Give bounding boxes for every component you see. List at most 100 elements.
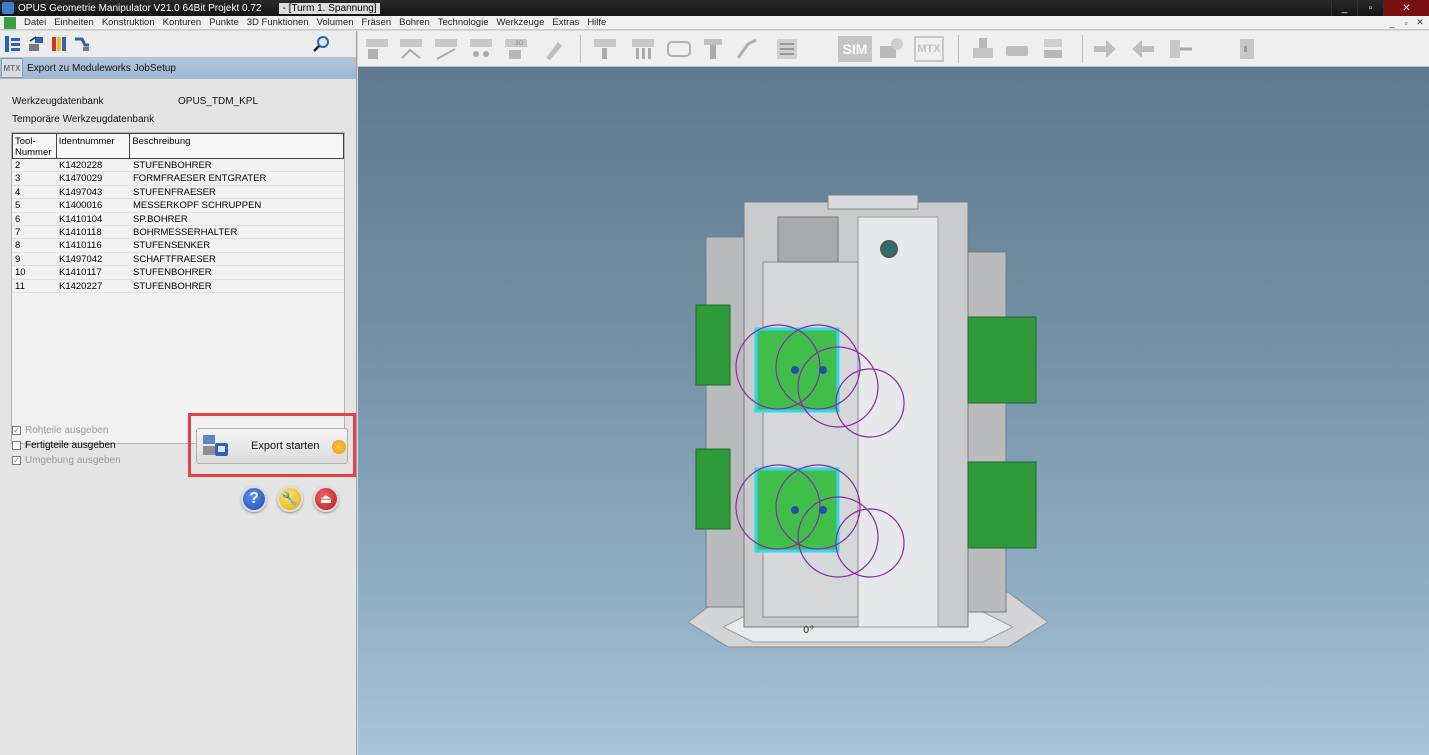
table-row[interactable]: 7 K1410118 BOHRMESSERHALTER bbox=[12, 226, 344, 240]
db-value: OPUS_TDM_KPL bbox=[178, 96, 259, 107]
menu-logo-icon[interactable] bbox=[4, 16, 16, 29]
toolbar-separator bbox=[580, 35, 581, 63]
zoom-search-icon[interactable] bbox=[312, 35, 330, 53]
menu-konstruktion[interactable]: Konstruktion bbox=[98, 17, 159, 28]
exit-toolbar-icon[interactable] bbox=[1234, 36, 1260, 62]
settings-wrench-button[interactable]: 🔧 bbox=[277, 486, 303, 512]
table-row[interactable]: 10 K1410117 STUFENBOHRER bbox=[12, 266, 344, 280]
tombstone-fixture-model: 0° bbox=[687, 194, 1049, 648]
brush-tool-icon[interactable] bbox=[540, 36, 566, 62]
checkbox-rohteile-box[interactable]: ✓ bbox=[12, 426, 21, 435]
checkbox-fertigteile-box[interactable] bbox=[12, 441, 21, 450]
milling-tool-icon[interactable] bbox=[592, 36, 618, 62]
line-tool-icon[interactable] bbox=[433, 36, 459, 62]
machining-tool-icon[interactable] bbox=[734, 36, 760, 62]
menu-fraesen[interactable]: Fräsen bbox=[358, 17, 396, 28]
minimize-button[interactable]: _ bbox=[1331, 0, 1357, 16]
transform-icon[interactable] bbox=[73, 35, 91, 53]
mdi-minimize-button[interactable]: _ bbox=[1385, 16, 1399, 29]
app-icon bbox=[2, 2, 14, 14]
col-tool-number[interactable]: Tool- Nummer bbox=[13, 134, 57, 158]
checkbox-umgebung-box[interactable]: ✓ bbox=[12, 456, 21, 465]
checkbox-rohteile-label: Rohteile ausgeben bbox=[25, 425, 109, 436]
cell-ident-number: K1410116 bbox=[59, 240, 102, 252]
cell-tool-number: 2 bbox=[15, 160, 21, 171]
checkbox-rohteile[interactable]: ✓ Rohteile ausgeben bbox=[12, 425, 108, 436]
mtx-toolbar-button[interactable]: MTX bbox=[914, 36, 944, 62]
table-row[interactable]: 2 K1420228 STUFENBOHRER bbox=[12, 159, 344, 173]
cell-ident-number: K1497043 bbox=[59, 186, 103, 198]
cell-ident-number: K1410117 bbox=[59, 267, 102, 279]
3d-function-icon[interactable]: 3D bbox=[503, 36, 529, 62]
col-description[interactable]: Beschreibung bbox=[130, 134, 343, 158]
technology-tool-icon[interactable] bbox=[666, 36, 692, 62]
menu-hilfe[interactable]: Hilfe bbox=[583, 17, 610, 28]
menu-extras[interactable]: Extras bbox=[548, 17, 583, 28]
col-ident-number[interactable]: Identnummer bbox=[57, 134, 131, 158]
cell-description: SCHAFTFRAESER bbox=[133, 253, 216, 265]
cell-description: MESSERKOPF SCHRUPPEN bbox=[133, 200, 262, 212]
simulation-button[interactable]: SIM bbox=[838, 36, 872, 62]
cell-tool-number: 7 bbox=[15, 226, 21, 238]
table-row[interactable]: 4 K1497043 STUFENFRAESER bbox=[12, 186, 344, 200]
cell-description: STUFENSENKER bbox=[133, 240, 211, 252]
menu-bar: Datei Einheiten Konstruktion Konturen Pu… bbox=[0, 16, 1429, 30]
mdi-restore-button[interactable]: ▫ bbox=[1399, 16, 1413, 29]
cell-tool-number: 6 bbox=[15, 213, 21, 225]
fixture-icon[interactable] bbox=[1004, 36, 1030, 62]
arrow-right-icon[interactable] bbox=[1092, 36, 1118, 62]
export-start-button[interactable]: Export starten bbox=[196, 428, 348, 464]
menu-volumen[interactable]: Volumen bbox=[313, 17, 358, 28]
table-row[interactable]: 6 K1410104 SP.BOHRER bbox=[12, 213, 344, 226]
left-panel: MTX Export zu Moduleworks JobSetup Werkz… bbox=[0, 31, 357, 755]
import-icon[interactable] bbox=[1168, 36, 1194, 62]
contour-tool-icon[interactable] bbox=[398, 36, 424, 62]
menu-konturen[interactable]: Konturen bbox=[159, 17, 206, 28]
close-button[interactable]: ✕ bbox=[1383, 0, 1429, 16]
menu-einheiten[interactable]: Einheiten bbox=[50, 17, 98, 28]
points-tool-icon[interactable] bbox=[468, 36, 494, 62]
color-layers-icon[interactable] bbox=[50, 35, 68, 53]
sim-settings-icon[interactable] bbox=[878, 36, 904, 62]
table-row[interactable]: 5 K1400016 MESSERKOPF SCHRUPPEN bbox=[12, 199, 344, 213]
restore-button[interactable]: ▫ bbox=[1357, 0, 1383, 16]
help-button[interactable]: ? bbox=[241, 486, 267, 512]
arrow-left-icon[interactable] bbox=[1130, 36, 1156, 62]
table-row[interactable]: 11 K1420227 STUFENBOHRER bbox=[12, 280, 344, 293]
workpiece-icon[interactable] bbox=[1040, 36, 1066, 62]
window-subtitle: - [Turm 1. Spannung] bbox=[279, 2, 380, 14]
cell-ident-number: K1420227 bbox=[59, 280, 103, 292]
table-row[interactable]: 3 K1470029 FORMFRAESER ENTGRATER bbox=[12, 172, 344, 186]
menu-technologie[interactable]: Technologie bbox=[434, 17, 493, 28]
cell-description: STUFENBOHRER bbox=[133, 267, 212, 279]
construction-tool-icon[interactable] bbox=[364, 36, 390, 62]
menu-werkzeuge[interactable]: Werkzeuge bbox=[492, 17, 548, 28]
tool-holder-icon[interactable] bbox=[700, 36, 726, 62]
table-row[interactable]: 8 K1410116 STUFENSENKER bbox=[12, 239, 344, 253]
cell-tool-number: 3 bbox=[15, 173, 21, 185]
drilling-tool-icon[interactable] bbox=[630, 36, 656, 62]
cell-description: STUFENBOHRER bbox=[133, 160, 212, 171]
table-row[interactable]: 9 K1497042 SCHAFTFRAESER bbox=[12, 253, 344, 267]
3d-viewport[interactable]: 0° bbox=[358, 67, 1429, 755]
part-edit-icon[interactable] bbox=[27, 35, 45, 53]
mdi-close-button[interactable]: ✕ bbox=[1413, 16, 1427, 29]
cell-tool-number: 5 bbox=[15, 200, 21, 212]
tool-table[interactable]: Tool- Nummer Identnummer Beschreibung 2 K… bbox=[11, 132, 345, 444]
menu-datei[interactable]: Datei bbox=[20, 17, 50, 28]
checkbox-fertigteile-label: Fertigteile ausgeben bbox=[25, 440, 116, 451]
menu-punkte[interactable]: Punkte bbox=[205, 17, 243, 28]
menu-3d-funktionen[interactable]: 3D Funktionen bbox=[243, 17, 313, 28]
tree-view-icon[interactable] bbox=[4, 35, 22, 53]
svg-text:3D: 3D bbox=[515, 40, 524, 47]
cell-ident-number: K1420228 bbox=[59, 160, 103, 171]
nc-output-icon[interactable] bbox=[774, 36, 800, 62]
exit-button[interactable]: ⏏ bbox=[313, 486, 339, 512]
checkbox-fertigteile[interactable]: Fertigteile ausgeben bbox=[12, 440, 116, 451]
panel-title: Export zu Moduleworks JobSetup bbox=[27, 62, 176, 74]
clamping-icon[interactable] bbox=[970, 36, 996, 62]
panel-toolbar bbox=[0, 31, 356, 57]
temp-db-label: Temporäre Werkzeugdatenbank bbox=[12, 114, 155, 125]
checkbox-umgebung[interactable]: ✓ Umgebung ausgeben bbox=[12, 455, 121, 466]
menu-bohren[interactable]: Bohren bbox=[395, 17, 434, 28]
